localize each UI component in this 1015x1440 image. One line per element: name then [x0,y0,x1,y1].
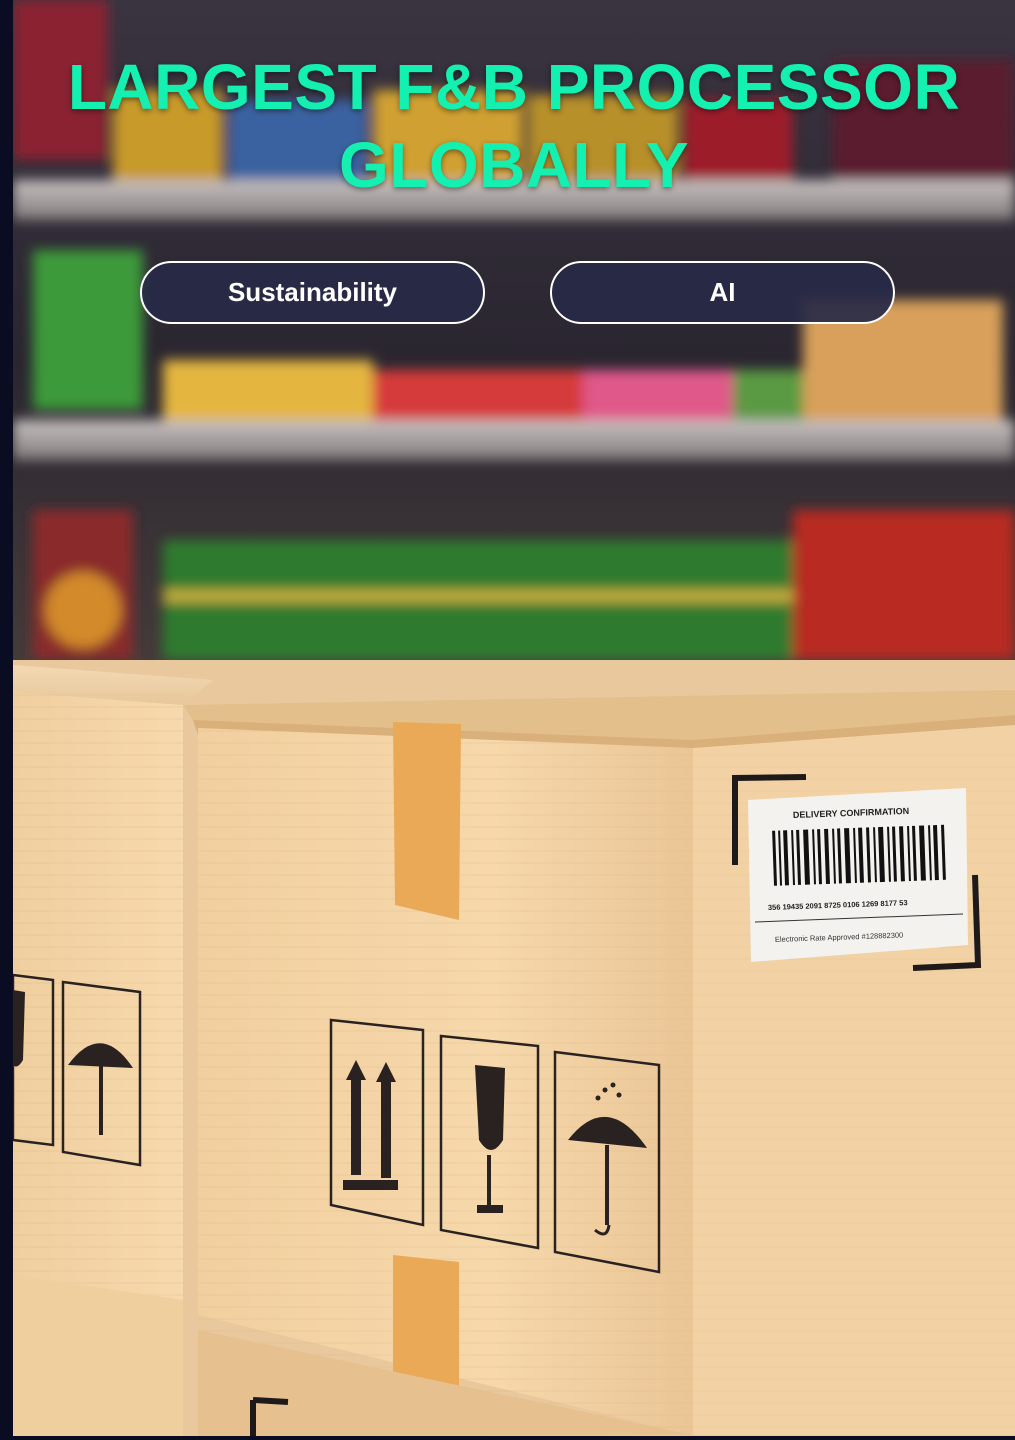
bottom-border [0,1436,1015,1440]
headline: LARGEST F&B PROCESSOR GLOBALLY [13,48,1015,204]
headline-line-2: GLOBALLY [338,129,690,201]
sustainability-button-label: Sustainability [227,277,398,307]
ai-button-label: AI [709,277,736,307]
headline-line-1: LARGEST F&B PROCESSOR [67,51,961,123]
ai-button[interactable]: AI [550,261,895,324]
page: DELIVERY CONFIRMATION 356 19435 2091 872… [0,0,1015,1440]
background-photo: DELIVERY CONFIRMATION 356 19435 2091 872… [13,0,1015,1436]
sustainability-button[interactable]: Sustainability [140,261,485,324]
left-border [0,0,13,1440]
